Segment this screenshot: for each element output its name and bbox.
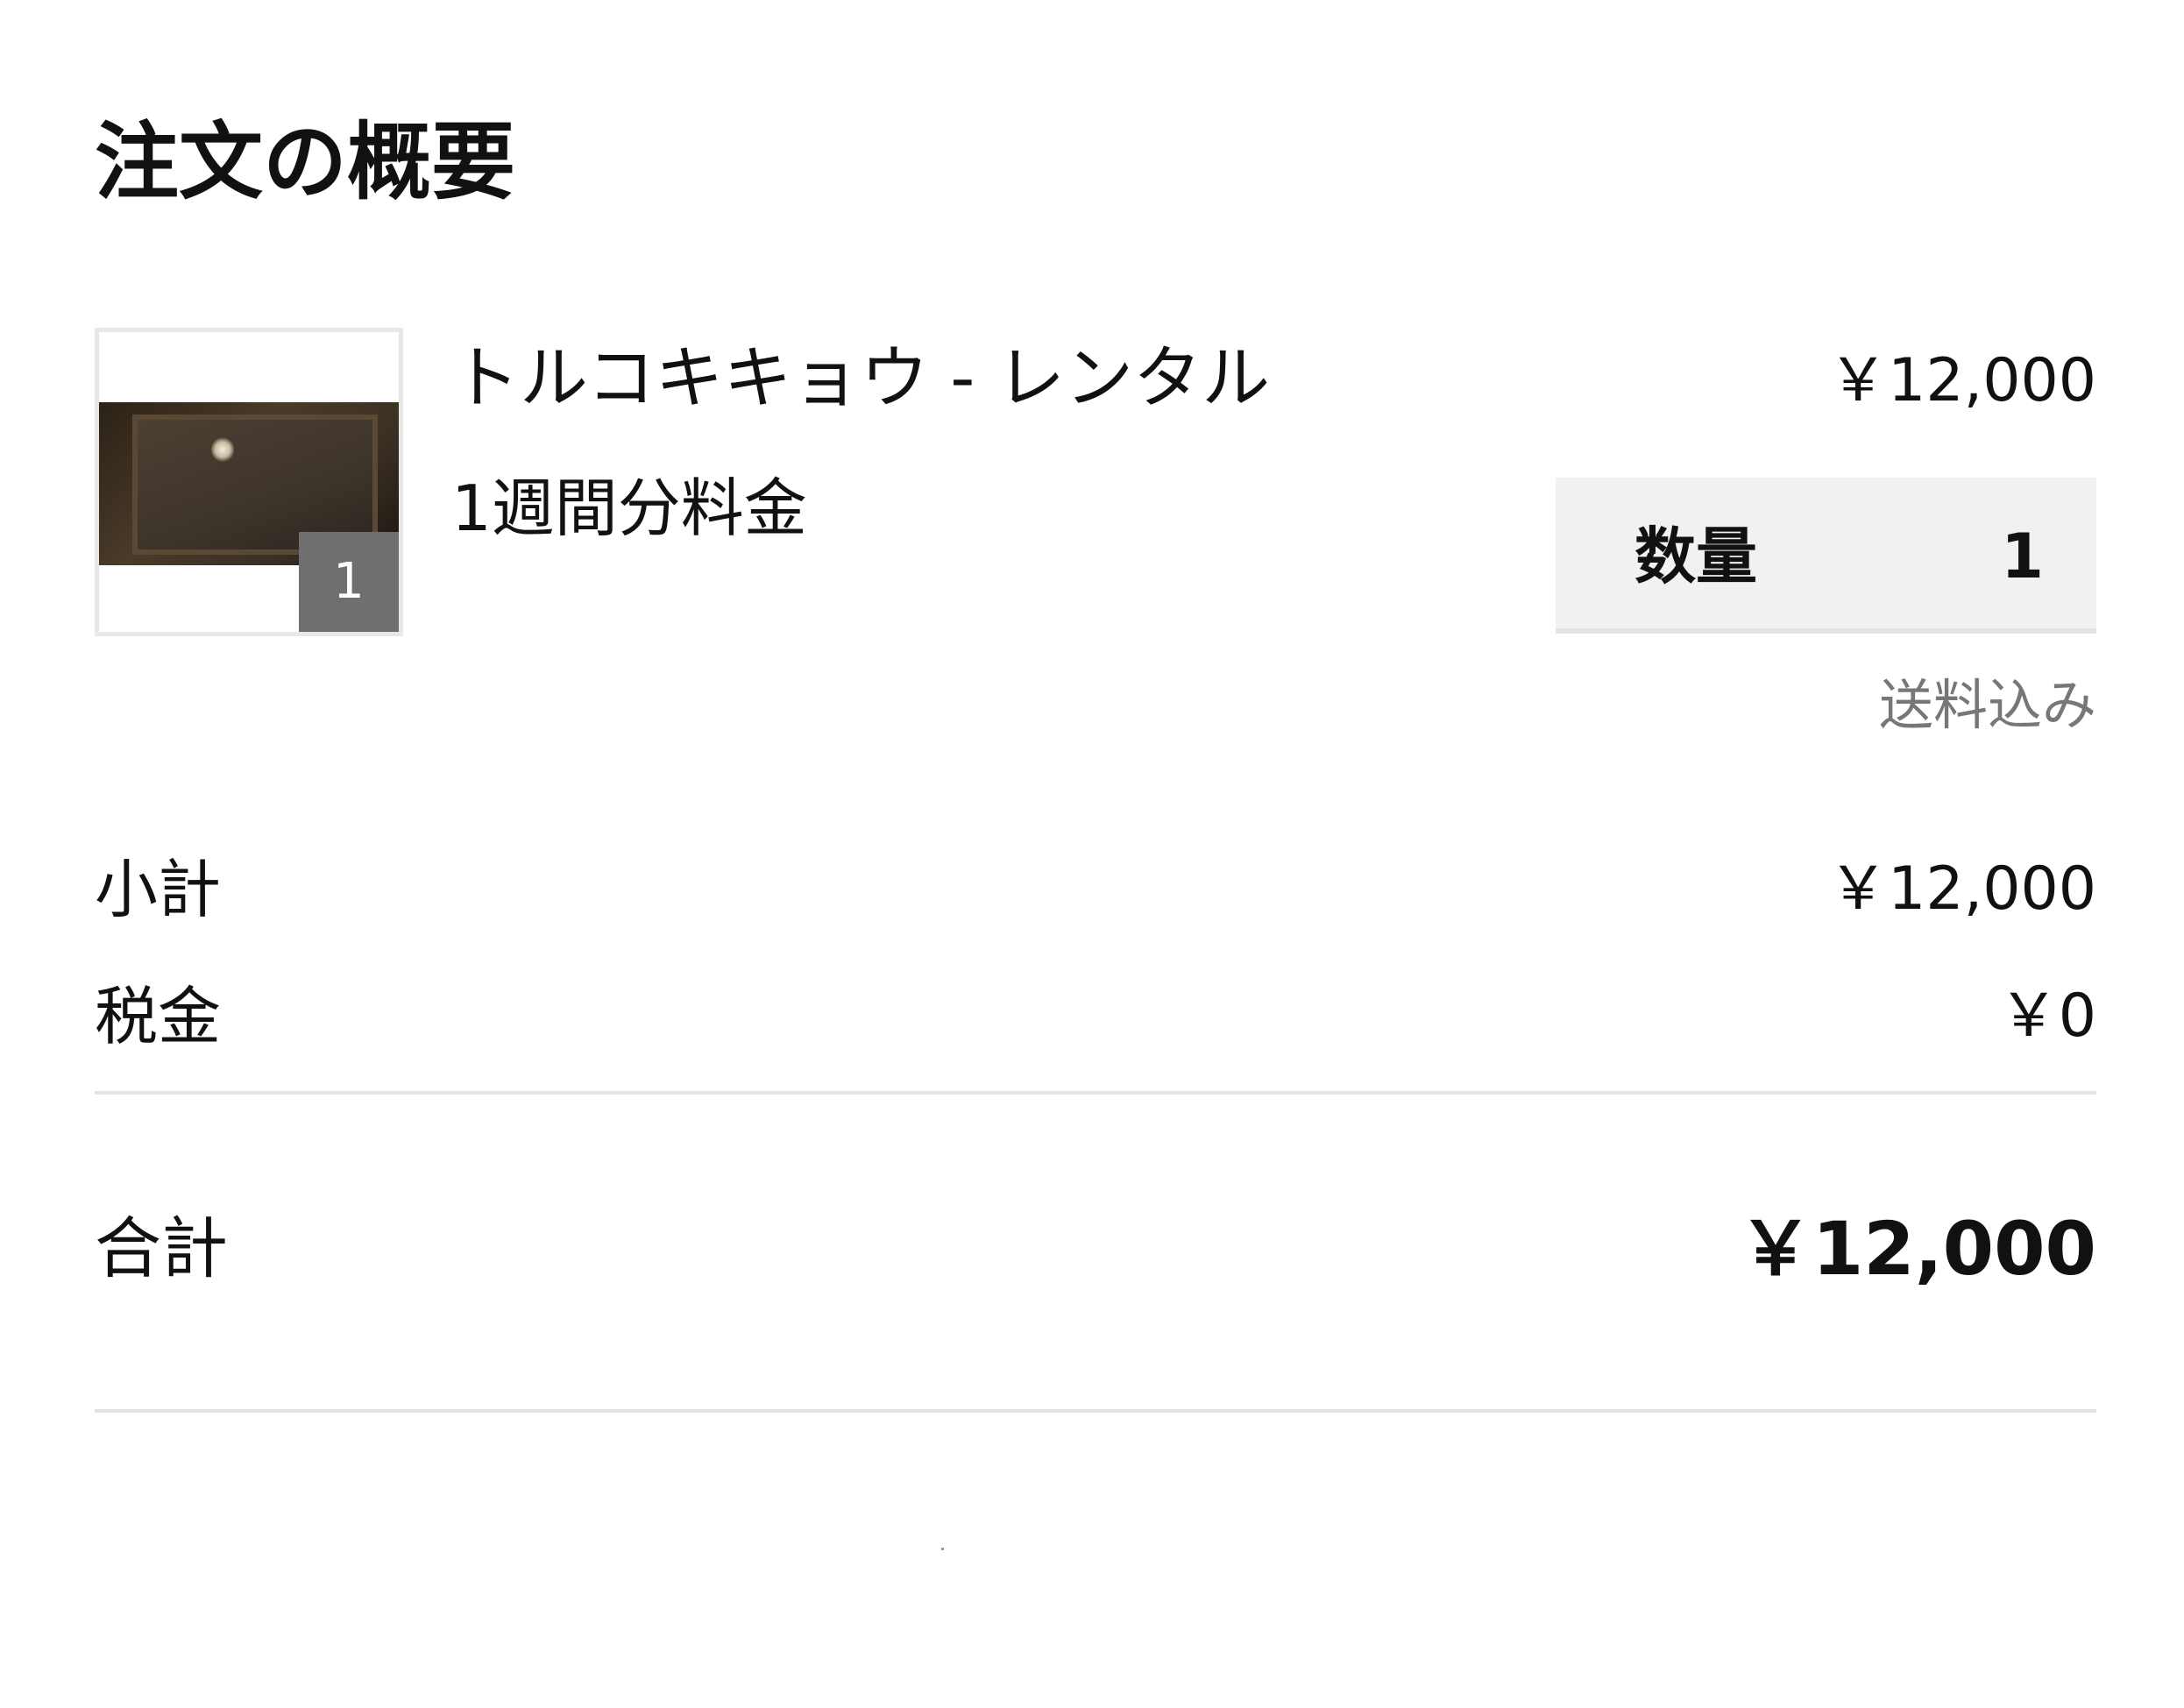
- product-variant: 1週間分料金: [451, 471, 807, 545]
- product-image-highlight: [211, 437, 234, 462]
- quantity-display: 数量 1: [1556, 478, 2096, 634]
- product-thumbnail: 1: [95, 328, 403, 636]
- summary-divider: [95, 1091, 2096, 1095]
- total-value: ￥12,000: [1738, 1206, 2096, 1292]
- total-divider: [95, 1409, 2096, 1413]
- quantity-value: 1: [2001, 521, 2044, 592]
- total-label: 合計: [95, 1209, 228, 1287]
- subtotal-value: ￥12,000: [1828, 854, 2096, 924]
- shipping-note: 送料込み: [1878, 673, 2096, 737]
- quantity-badge: 1: [299, 532, 399, 632]
- product-name: トルコキキョウ - レンタル: [451, 339, 1271, 418]
- page-title: 注文の概要: [95, 113, 515, 211]
- stray-dot: [941, 1548, 944, 1550]
- tax-value: ￥0: [1998, 982, 2096, 1051]
- tax-label: 税金: [95, 980, 222, 1053]
- subtotal-label: 小計: [95, 853, 222, 926]
- line-item-price: ￥12,000: [1828, 346, 2096, 415]
- quantity-label: 数量: [1634, 521, 1757, 592]
